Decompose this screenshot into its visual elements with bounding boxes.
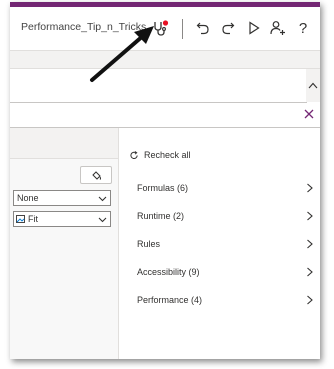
properties-header	[10, 128, 118, 159]
category-performance[interactable]: Performance (4)	[119, 290, 320, 310]
properties-panel: None Fit	[10, 128, 118, 359]
app-checker-panel: Recheck all Formulas (6) Runtime (2) Rul…	[118, 128, 320, 359]
category-label: Performance (4)	[137, 295, 203, 305]
recheck-all-label: Recheck all	[144, 150, 191, 160]
toolbar-divider	[182, 19, 183, 39]
search-bar[interactable]	[10, 103, 320, 128]
category-label: Accessibility (9)	[137, 267, 200, 277]
redo-icon[interactable]	[219, 19, 237, 37]
play-icon[interactable]	[245, 19, 263, 37]
command-subbar	[10, 51, 320, 69]
chevron-up-icon	[308, 82, 318, 89]
app-title: Performance_Tip_n_Tricks	[21, 21, 147, 33]
paint-bucket-icon	[91, 170, 101, 180]
notification-badge	[162, 20, 169, 26]
chevron-right-icon	[307, 183, 313, 193]
category-runtime[interactable]: Runtime (2)	[119, 206, 320, 226]
chevron-right-icon	[307, 267, 313, 277]
share-icon[interactable]	[269, 19, 287, 37]
collapse-button[interactable]	[306, 69, 320, 102]
dropdown-image-position[interactable]: Fit	[13, 211, 111, 227]
category-rules[interactable]: Rules	[119, 234, 320, 254]
category-accessibility[interactable]: Accessibility (9)	[119, 262, 320, 282]
chevron-right-icon	[307, 211, 313, 221]
color-fill-button[interactable]	[80, 166, 112, 184]
category-label: Formulas (6)	[137, 183, 189, 193]
app-checker-icon[interactable]	[151, 19, 169, 37]
recheck-all-button[interactable]: Recheck all	[130, 150, 191, 160]
chevron-down-icon	[98, 196, 107, 202]
formula-bar[interactable]	[10, 69, 307, 103]
image-icon	[16, 215, 25, 223]
dropdown-image-position-value: Fit	[28, 214, 38, 224]
help-icon[interactable]: ?	[294, 19, 312, 37]
category-formulas[interactable]: Formulas (6)	[119, 178, 320, 198]
chevron-right-icon	[307, 239, 313, 249]
top-bar: Performance_Tip_n_Tricks ?	[10, 7, 320, 51]
dropdown-none-value: None	[17, 193, 39, 203]
app-window: Performance_Tip_n_Tricks ? None Fit Rech…	[10, 2, 320, 359]
refresh-icon	[130, 150, 138, 159]
chevron-right-icon	[307, 295, 313, 305]
category-label: Rules	[137, 239, 161, 249]
close-icon[interactable]	[302, 107, 316, 121]
undo-icon[interactable]	[194, 19, 212, 37]
dropdown-none[interactable]: None	[13, 190, 111, 206]
category-label: Runtime (2)	[137, 211, 185, 221]
chevron-down-icon	[98, 217, 107, 223]
